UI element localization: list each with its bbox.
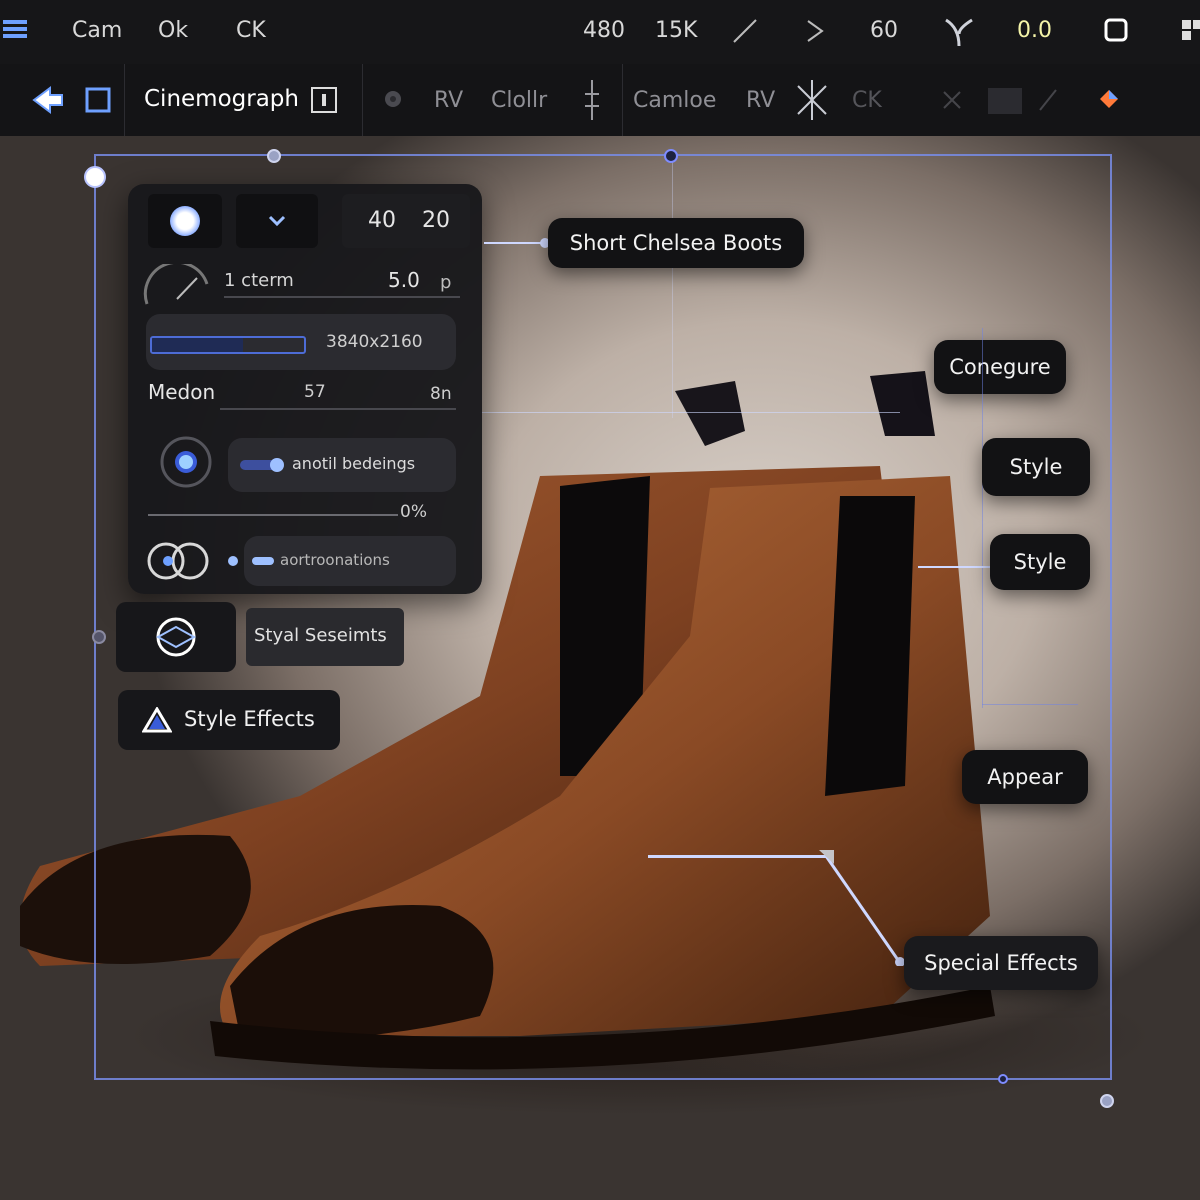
callout-line-special-h	[648, 855, 826, 858]
compass-icon	[155, 617, 197, 657]
info-icon[interactable]	[310, 86, 338, 120]
option-dot	[228, 556, 238, 566]
color-swatch-button[interactable]	[148, 194, 222, 248]
style-settings-button[interactable]: Styal Seseimts	[246, 608, 404, 666]
timecode-readout: 0.0	[1017, 18, 1052, 43]
settings-knob-icon[interactable]	[382, 88, 404, 116]
crosshair-icon[interactable]	[582, 78, 602, 128]
style-settings-group: Styal Seseimts	[116, 602, 406, 672]
chevron-right-icon[interactable]	[800, 16, 830, 52]
special-effects-tag[interactable]: Special Effects	[904, 936, 1098, 990]
swatch-icon[interactable]	[988, 88, 1022, 120]
toolbar-divider	[362, 64, 363, 136]
frame-handle-top-mid[interactable]	[267, 149, 281, 163]
motion-slider[interactable]	[220, 408, 456, 410]
fps-readout: 60	[870, 18, 898, 43]
row1-unit: p	[440, 272, 452, 293]
slash-icon[interactable]	[1038, 88, 1058, 118]
menu-item-cam[interactable]: Cam	[72, 18, 122, 43]
row1-value: 5.0	[388, 268, 420, 292]
top-menu-bar: Cam Ok CK 480 15K 60 0.0	[0, 0, 1200, 65]
dropdown-button[interactable]	[236, 194, 318, 248]
star-cross-icon[interactable]	[794, 78, 830, 128]
tool-rv[interactable]: RV	[434, 88, 463, 113]
toggle-switch[interactable]	[240, 458, 284, 472]
light-orb-icon	[170, 206, 200, 236]
motion-value: 57	[304, 382, 326, 402]
option-setting[interactable]: aortroonations	[244, 536, 456, 586]
row1-underline	[224, 296, 460, 298]
style-tag-1[interactable]: Style	[982, 438, 1090, 496]
tool-ck[interactable]: CK	[852, 88, 882, 113]
toggle-label: anotil bedeings	[292, 454, 416, 473]
resolution-progress[interactable]: 3840x2160	[146, 314, 456, 370]
menu-item-ck[interactable]: CK	[236, 18, 266, 43]
chevron-down-icon	[268, 215, 286, 227]
motion-label: Medon	[148, 380, 216, 404]
motion-unit: 8n	[430, 384, 452, 404]
style-effects-button[interactable]: Style Effects	[118, 690, 340, 750]
overlap-circles-icon[interactable]	[144, 536, 216, 586]
style-settings-icon-button[interactable]	[116, 602, 236, 672]
record-ring-icon[interactable]	[150, 428, 216, 494]
hamburger-menu-icon[interactable]	[2, 16, 28, 48]
appear-tag[interactable]: Appear	[962, 750, 1088, 804]
back-arrow-icon[interactable]	[32, 86, 64, 120]
window-icon[interactable]	[1104, 18, 1128, 48]
tool-camera[interactable]: Camloe	[633, 88, 716, 113]
line-tool-icon[interactable]	[730, 16, 760, 52]
style-settings-label: Styal Seseimts	[254, 625, 387, 646]
toolbar-title: Cinemograph	[144, 86, 299, 112]
progress-label: 3840x2160	[326, 332, 423, 352]
toggle-setting[interactable]: anotil bedeings	[228, 438, 456, 492]
value-box[interactable]: 40 20	[342, 194, 470, 248]
option-label: aortroonations	[280, 551, 390, 569]
properties-panel: 40 20 1 cterm 5.0 p 3840x2160 Medon 57 8…	[128, 184, 482, 594]
preview-canvas[interactable]: 40 20 1 cterm 5.0 p 3840x2160 Medon 57 8…	[0, 136, 1200, 1200]
toolbar-divider	[124, 64, 125, 136]
grid-icon[interactable]	[1180, 18, 1200, 48]
tool-color[interactable]: Clollr	[491, 88, 547, 113]
side-ruler	[982, 328, 983, 708]
product-tag[interactable]: Short Chelsea Boots	[548, 218, 804, 268]
toggle-knob	[270, 458, 284, 472]
value-b: 20	[422, 208, 450, 233]
callout-line-style2	[918, 566, 990, 568]
style-effects-label: Style Effects	[184, 707, 315, 731]
bitrate-readout: 15K	[655, 18, 698, 43]
style-tag-2[interactable]: Style	[990, 534, 1090, 590]
tool-rv-2[interactable]: RV	[746, 88, 775, 113]
frame-handle-bottom-mid[interactable]	[998, 1074, 1008, 1084]
scissors-icon[interactable]	[940, 88, 964, 118]
value-a: 40	[368, 208, 396, 233]
triangle-warning-icon	[142, 707, 172, 733]
progress-fill	[152, 338, 244, 352]
toolbar-divider	[622, 64, 623, 136]
row1-label: 1 cterm	[224, 270, 294, 291]
frame-handle-top-right[interactable]	[664, 149, 678, 163]
frame-handle-top-left[interactable]	[84, 166, 106, 188]
resolution-readout: 480	[583, 18, 625, 43]
frame-handle-left[interactable]	[92, 630, 106, 644]
branch-icon[interactable]	[942, 14, 976, 54]
frame-icon[interactable]	[84, 86, 112, 120]
menu-item-ok[interactable]: Ok	[158, 18, 188, 43]
slider-value: 0%	[400, 502, 427, 522]
configure-tag[interactable]: Conegure	[934, 340, 1066, 394]
slider-track[interactable]	[148, 514, 398, 516]
diamond-color-icon[interactable]	[1098, 88, 1120, 116]
editor-toolbar: Cinemograph RV Clollr Camloe RV CK	[0, 64, 1200, 137]
option-indicator	[252, 557, 274, 565]
progress-track	[150, 336, 306, 354]
dial-icon	[143, 264, 209, 305]
frame-handle-bottom-right[interactable]	[1100, 1094, 1114, 1108]
callout-line-product	[484, 242, 544, 244]
side-ruler-tick	[982, 704, 1078, 705]
